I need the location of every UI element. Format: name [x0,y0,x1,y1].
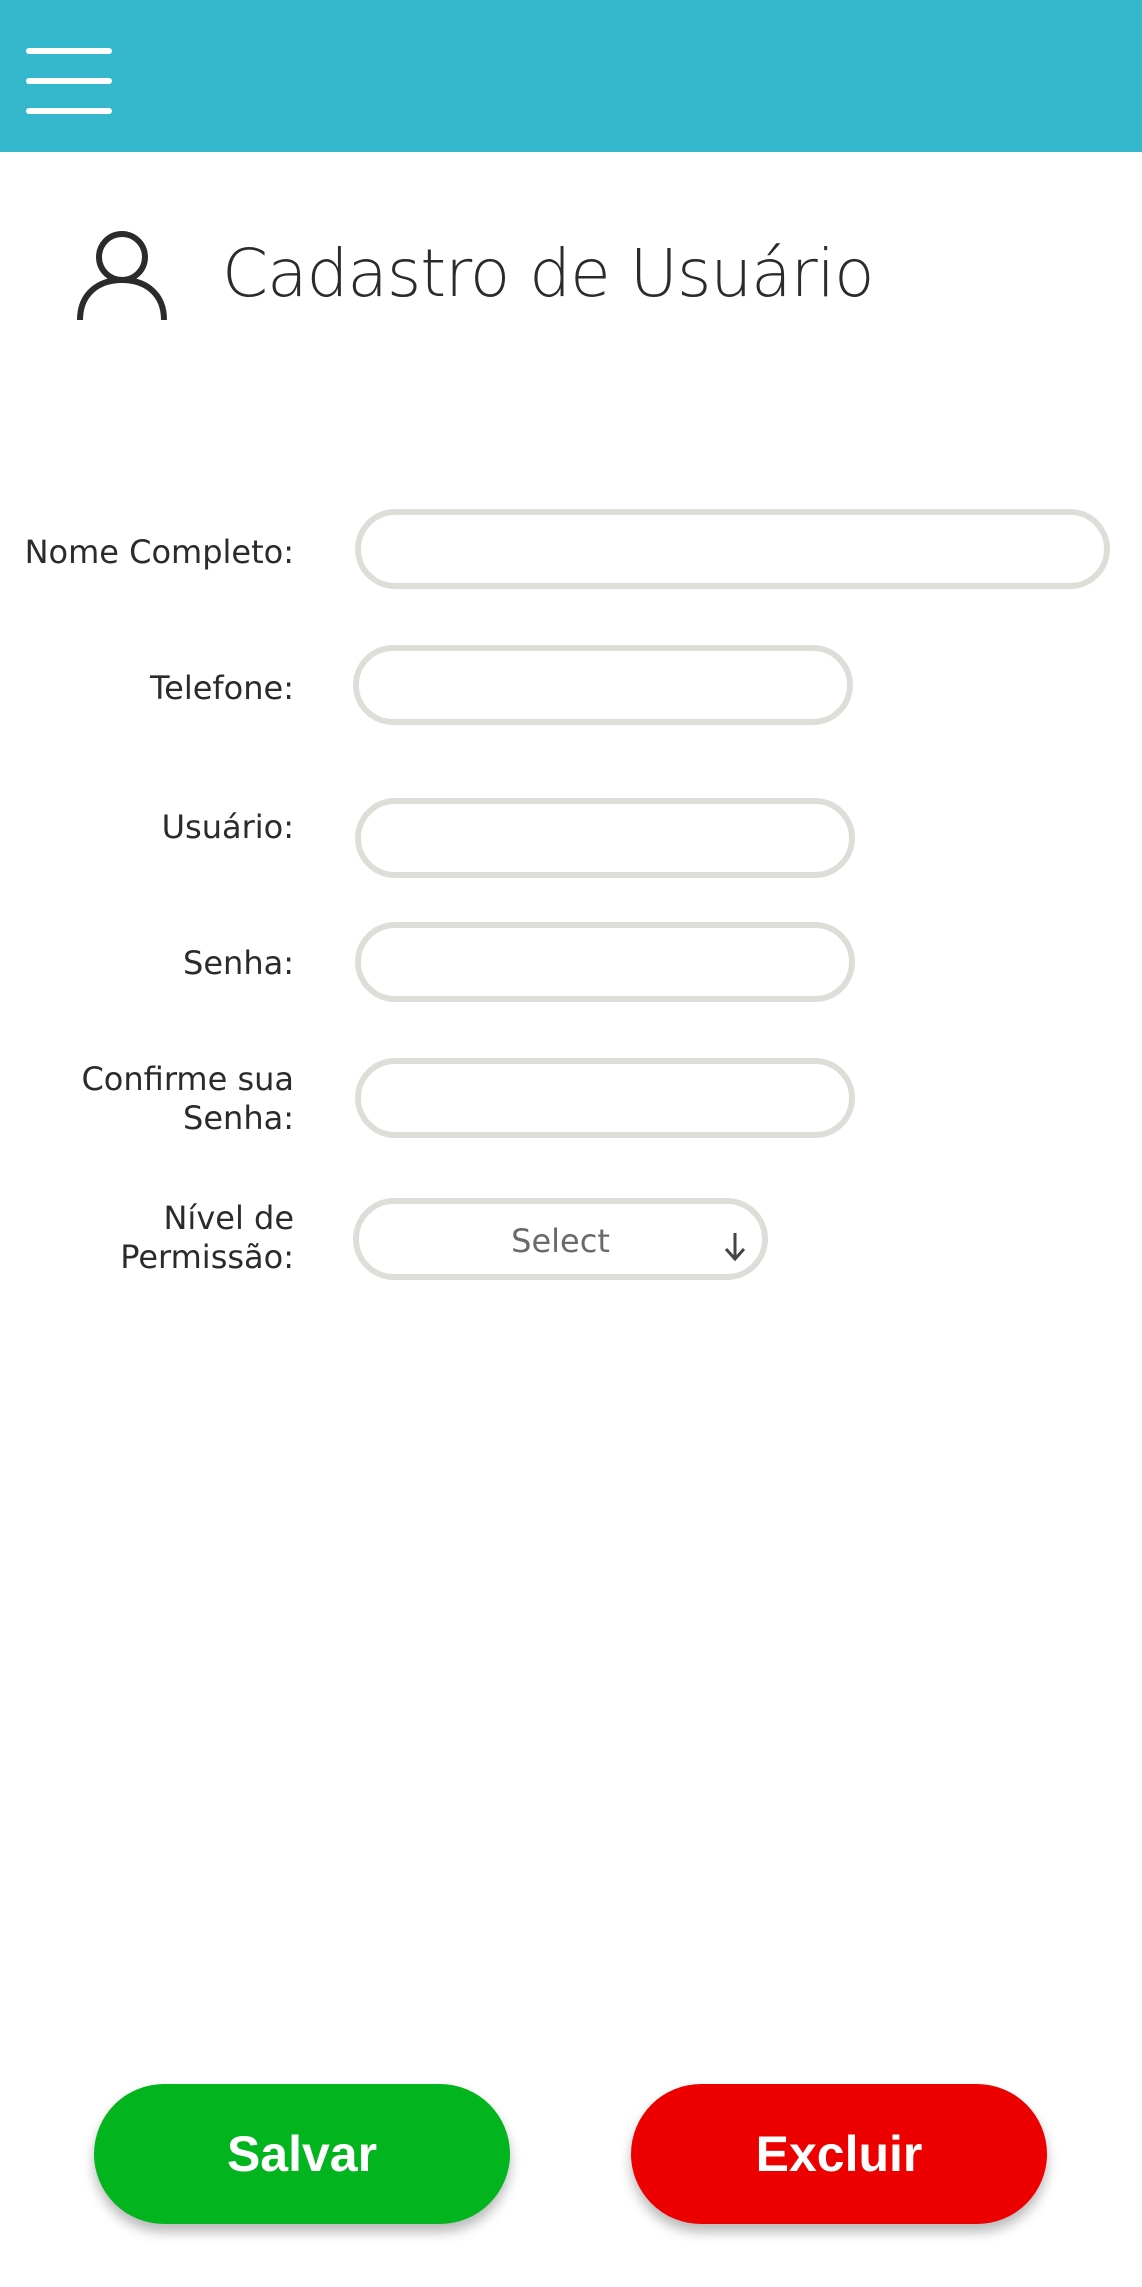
password-label: Senha: [183,944,294,982]
permission-select-value: Select [511,1222,610,1260]
full-name-field[interactable] [355,509,1110,589]
confirm-password-label: Confirme sua Senha: [0,1060,294,1138]
confirm-password-field[interactable] [355,1058,855,1138]
permission-label: Nível de Permissão: [0,1199,294,1277]
full-name-label: Nome Completo: [24,533,294,571]
confirm-password-label-line1: Confirme sua [81,1060,294,1098]
menu-line [26,78,112,84]
username-field[interactable] [355,798,855,878]
save-button[interactable]: Salvar [94,2084,510,2224]
permission-select[interactable]: Select [353,1198,768,1280]
menu-line [26,48,112,54]
user-icon [77,231,167,320]
phone-field[interactable] [353,645,853,725]
page-header: Cadastro de Usuário [0,210,1142,330]
password-field[interactable] [355,922,855,1002]
arrow-down-icon [724,1233,746,1262]
username-label: Usuário: [161,808,294,846]
permission-label-line1: Nível de [163,1199,294,1237]
confirm-password-label-line2: Senha: [183,1099,294,1137]
page-title: Cadastro de Usuário [222,235,874,312]
phone-label: Telefone: [150,669,294,707]
permission-label-line2: Permissão: [120,1238,294,1276]
menu-line [26,108,112,114]
top-app-bar [0,0,1142,152]
delete-button[interactable]: Excluir [631,2084,1047,2224]
hamburger-menu-icon[interactable] [26,48,112,114]
